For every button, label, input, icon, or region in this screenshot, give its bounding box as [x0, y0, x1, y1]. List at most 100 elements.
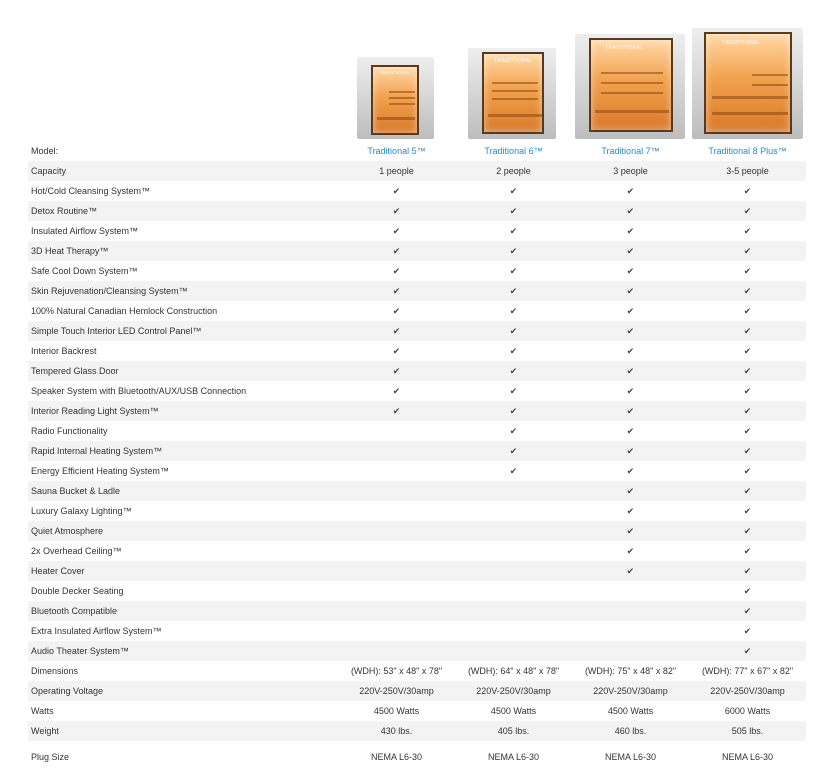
feature-cell: ✔ [572, 541, 689, 561]
feature-name: Double Decker Seating [31, 586, 124, 596]
feature-cell [455, 621, 572, 641]
feature-cell: ✔ [572, 501, 689, 521]
feature-cell: ✔ [455, 381, 572, 401]
feature-cell: ✔ [689, 541, 806, 561]
feature-name: Speaker System with Bluetooth/AUX/USB Co… [31, 386, 247, 396]
weight-row: Weight 430 lbs. 405 lbs. 460 lbs. 505 lb… [28, 721, 806, 741]
feature-cell [572, 581, 689, 601]
feature-cell: ✔ [455, 441, 572, 461]
feature-cell: ✔ [338, 401, 455, 421]
sauna-logo-text: TRADITIONAL [379, 70, 411, 75]
check-icon: ✔ [626, 545, 635, 556]
feature-cell: ✔ [689, 221, 806, 241]
feature-cell [338, 521, 455, 541]
feature-row: Insulated Airflow System™ ✔ ✔ ✔ ✔ [28, 221, 806, 241]
capacity-value: 3-5 people [689, 161, 806, 181]
feature-cell [338, 481, 455, 501]
feature-row: 100% Natural Canadian Hemlock Constructi… [28, 301, 806, 321]
feature-name: Radio Functionality [31, 426, 108, 436]
feature-cell: ✔ [455, 301, 572, 321]
check-icon: ✔ [392, 185, 401, 196]
check-icon: ✔ [392, 365, 401, 376]
feature-cell: ✔ [689, 621, 806, 641]
feature-cell: ✔ [572, 281, 689, 301]
feature-cell [338, 561, 455, 581]
feature-name: 2x Overhead Ceiling™ [31, 546, 122, 556]
plug-value: NEMA L6-30 [604, 752, 657, 762]
feature-cell [338, 581, 455, 601]
check-icon: ✔ [509, 225, 518, 236]
feature-cell: ✔ [338, 341, 455, 361]
feature-row: Double Decker Seating ✔ [28, 581, 806, 601]
feature-cell: ✔ [689, 581, 806, 601]
dimensions-value: (WDH): 77" x 67" x 82" [701, 666, 794, 676]
check-icon: ✔ [509, 325, 518, 336]
feature-cell: ✔ [455, 261, 572, 281]
feature-row: Bluetooth Compatible ✔ [28, 601, 806, 621]
check-icon: ✔ [626, 265, 635, 276]
check-icon: ✔ [743, 525, 752, 536]
voltage-row: Operating Voltage 220V-250V/30amp 220V-2… [28, 681, 806, 701]
feature-cell: ✔ [572, 261, 689, 281]
feature-cell: ✔ [572, 341, 689, 361]
check-icon: ✔ [743, 385, 752, 396]
feature-row: Luxury Galaxy Lighting™ ✔ ✔ [28, 501, 806, 521]
feature-cell: ✔ [689, 521, 806, 541]
check-icon: ✔ [626, 445, 635, 456]
dimensions-value: (WDH): 75" x 48" x 82" [584, 666, 677, 676]
check-icon: ✔ [392, 305, 401, 316]
check-icon: ✔ [626, 365, 635, 376]
feature-cell: ✔ [455, 281, 572, 301]
feature-cell [338, 601, 455, 621]
check-icon: ✔ [743, 585, 752, 596]
feature-cell: ✔ [689, 361, 806, 381]
feature-name: Extra Insulated Airflow System™ [31, 626, 162, 636]
check-icon: ✔ [626, 285, 635, 296]
check-icon: ✔ [509, 425, 518, 436]
plug-value: NEMA L6-30 [487, 752, 540, 762]
dimensions-row: Dimensions (WDH): 53" x 48" x 78" (WDH):… [28, 661, 806, 681]
feature-cell: ✔ [455, 421, 572, 441]
dimensions-value: (WDH): 53" x 48" x 78" [350, 666, 443, 676]
feature-cell [455, 561, 572, 581]
feature-row: Audio Theater System™ ✔ [28, 641, 806, 661]
check-icon: ✔ [626, 525, 635, 536]
check-icon: ✔ [626, 425, 635, 436]
feature-cell: ✔ [689, 501, 806, 521]
watts-value: 4500 Watts [490, 706, 537, 716]
feature-name: Sauna Bucket & Ladle [28, 481, 338, 501]
voltage-label: Operating Voltage [28, 681, 338, 701]
model-label: Model: [31, 146, 59, 156]
weight-value: 505 lbs. [689, 721, 806, 741]
feature-row: Sauna Bucket & Ladle ✔ ✔ [28, 481, 806, 501]
check-icon: ✔ [509, 365, 518, 376]
check-icon: ✔ [743, 405, 752, 416]
feature-cell: ✔ [572, 221, 689, 241]
watts-value: 4500 Watts [373, 706, 420, 716]
check-icon: ✔ [743, 645, 752, 656]
specs-table-body: Dimensions (WDH): 53" x 48" x 78" (WDH):… [28, 661, 806, 773]
check-icon: ✔ [509, 185, 518, 196]
feature-name: Hot/Cold Cleansing System™ [31, 186, 151, 196]
feature-name: 100% Natural Canadian Hemlock Constructi… [31, 306, 218, 316]
feature-cell [338, 421, 455, 441]
feature-cell: ✔ [338, 281, 455, 301]
feature-cell: ✔ [689, 281, 806, 301]
check-icon: ✔ [392, 385, 401, 396]
plug-value: NEMA L6-30 [370, 752, 423, 762]
feature-row: 2x Overhead Ceiling™ ✔ ✔ [28, 541, 806, 561]
feature-cell: ✔ [689, 641, 806, 661]
check-icon: ✔ [626, 225, 635, 236]
feature-row: Tempered Glass Door ✔ ✔ ✔ ✔ [28, 361, 806, 381]
comparison-table: Model: Traditional 5™ Traditional 6™ Tra… [28, 141, 806, 773]
feature-cell [338, 441, 455, 461]
feature-cell: ✔ [572, 521, 689, 541]
capacity-value: 2 people [455, 161, 572, 181]
feature-cell: ✔ [455, 181, 572, 201]
check-icon: ✔ [392, 245, 401, 256]
feature-cell: ✔ [338, 241, 455, 261]
check-icon: ✔ [626, 565, 635, 576]
feature-row: Rapid Internal Heating System™ ✔ ✔ ✔ [28, 441, 806, 461]
plug-value: NEMA L6-30 [721, 752, 774, 762]
capacity-label: Capacity [28, 161, 338, 181]
